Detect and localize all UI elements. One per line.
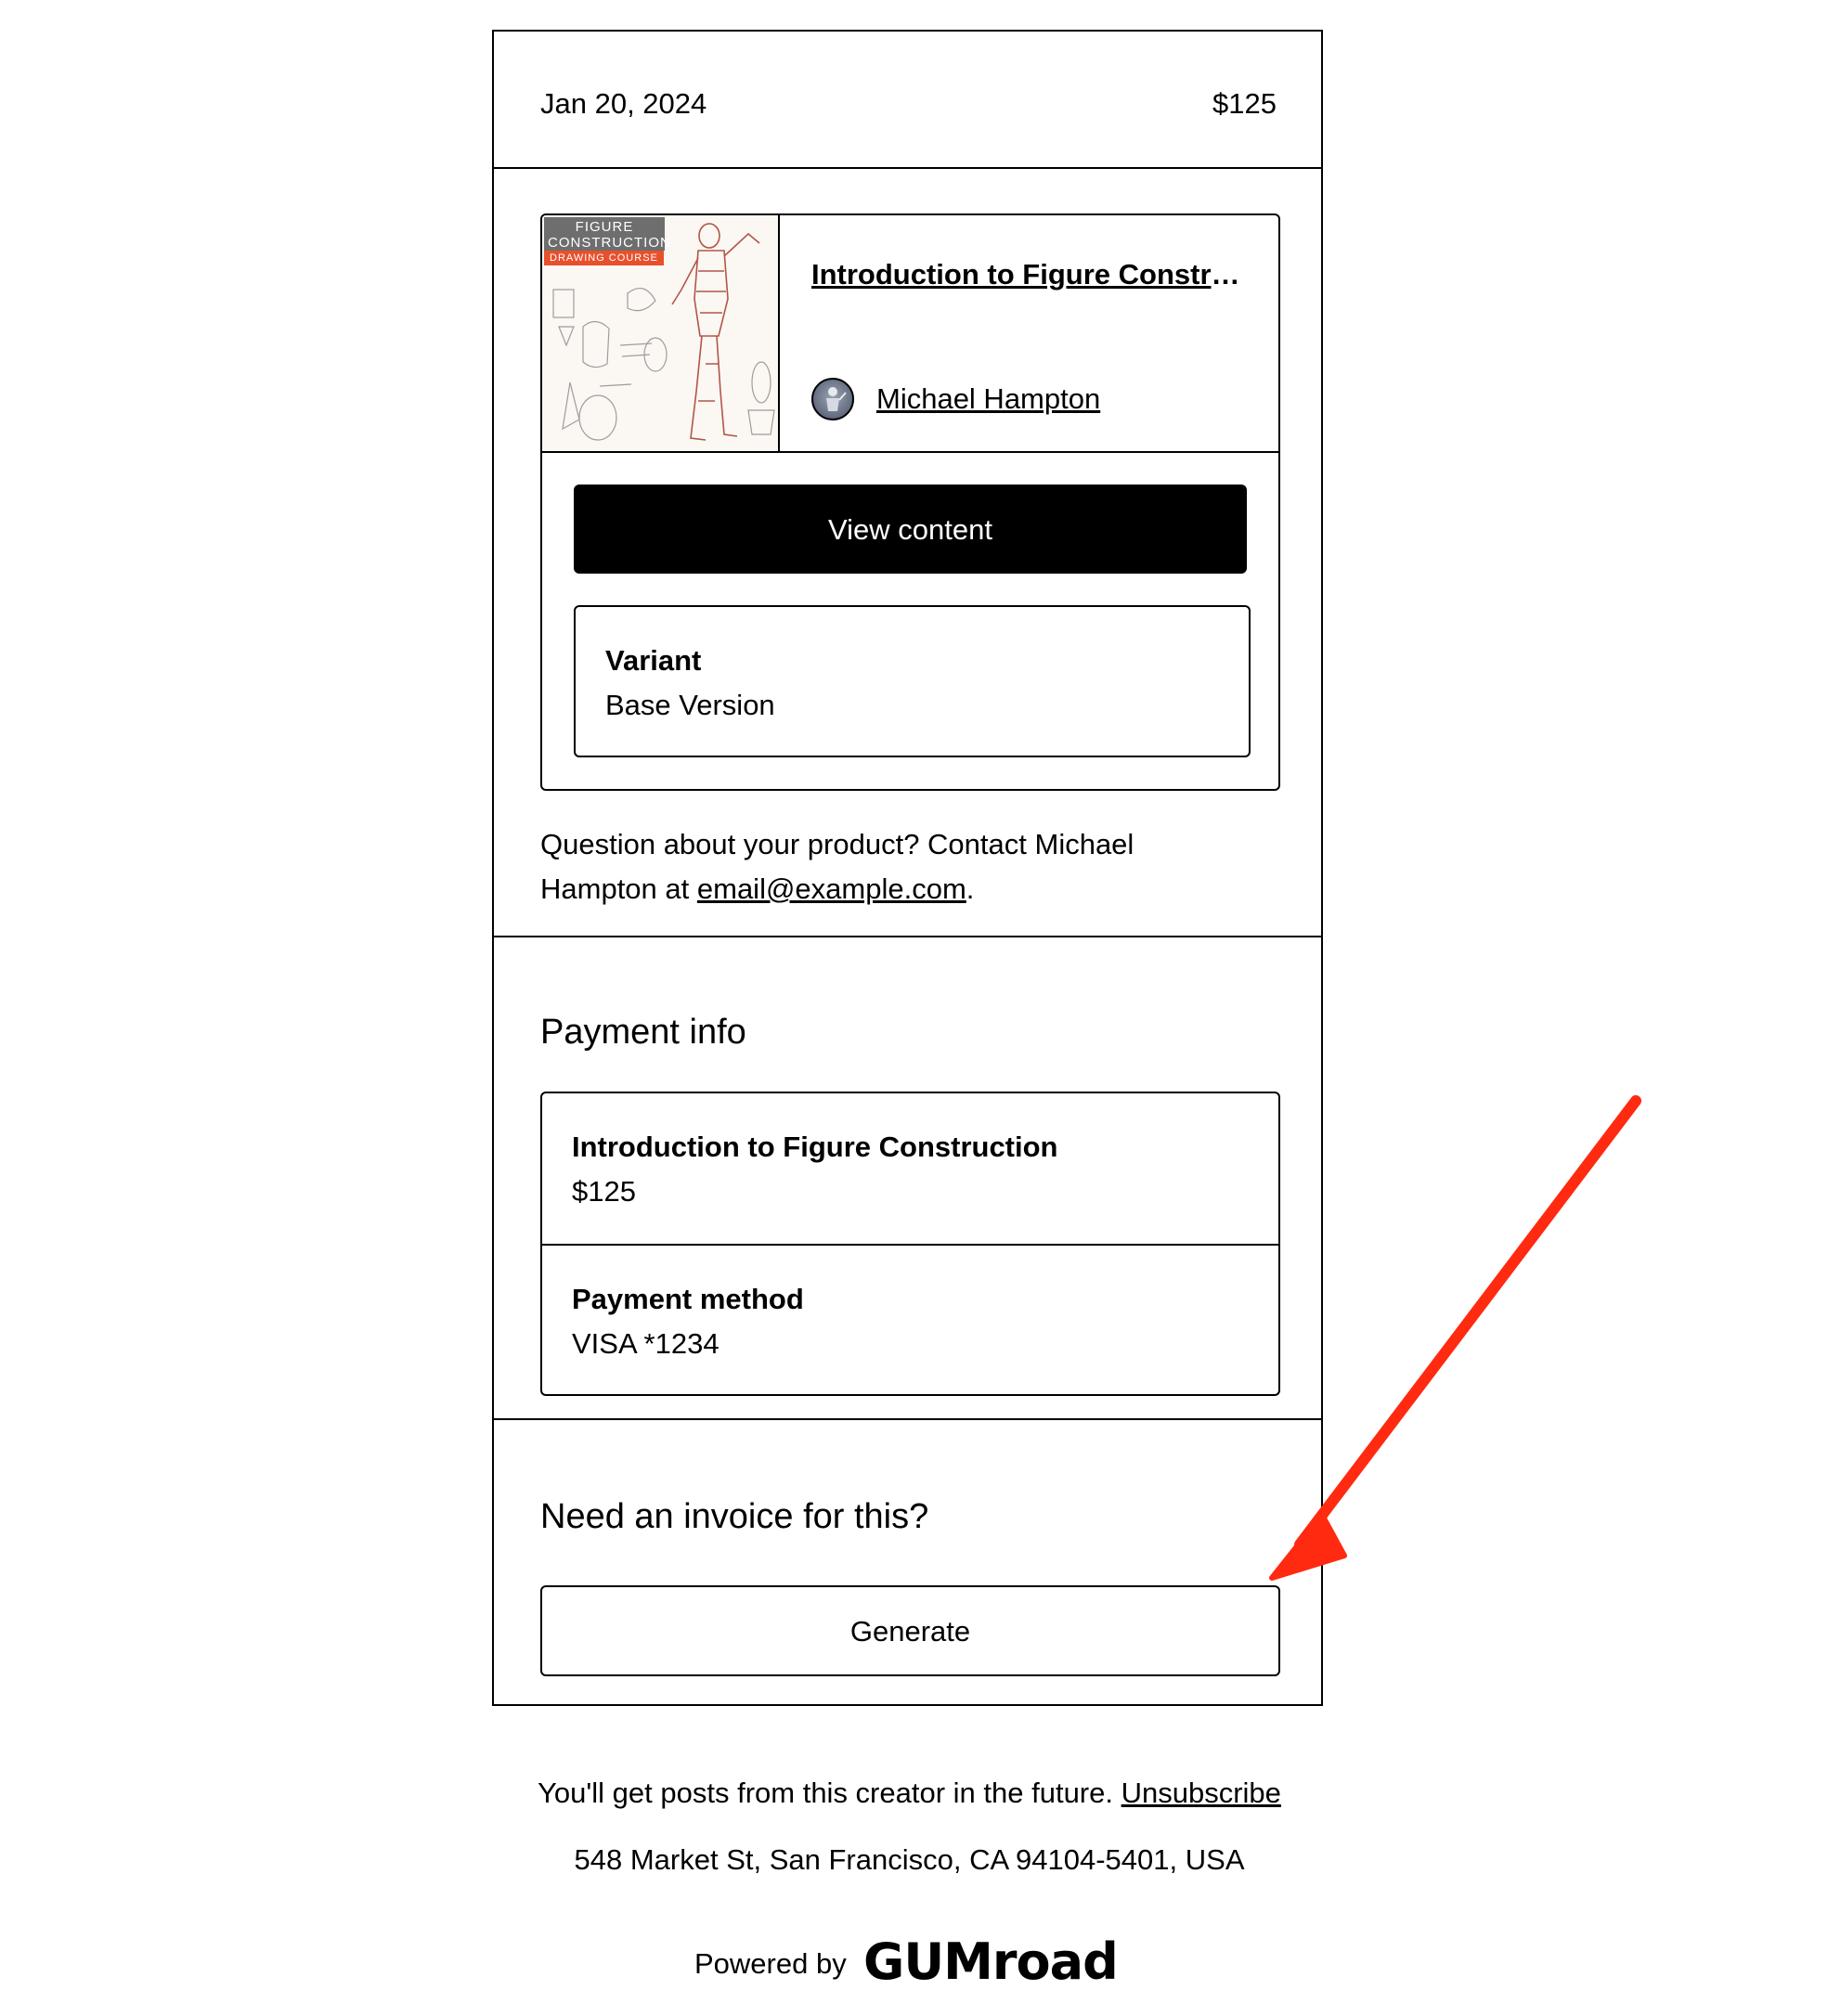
variant-box: Variant Base Version (574, 605, 1251, 757)
unsubscribe-link[interactable]: Unsubscribe (1121, 1777, 1281, 1809)
footer-address: 548 Market St, San Francisco, CA 94104-5… (574, 1843, 1245, 1876)
view-content-button[interactable]: View content (574, 485, 1247, 574)
variant-value: Base Version (605, 689, 775, 721)
product-thumbnail[interactable]: FIGURE CONSTRUCTION DRAWING COURSE (542, 215, 780, 453)
contact-suffix: . (966, 872, 975, 905)
purchase-date: Jan 20, 2024 (540, 87, 707, 120)
section-divider (494, 1418, 1321, 1420)
thumbnail-badge-sub: DRAWING COURSE (544, 251, 664, 265)
badge-line-2: CONSTRUCTION (548, 235, 671, 251)
creator-name-link[interactable]: Michael Hampton (876, 381, 1100, 418)
product-title-link[interactable]: Introduction to Figure Construction (811, 256, 1257, 293)
footer-subscribe-notice: You'll get posts from this creator in th… (0, 1775, 1828, 1812)
invoice-heading: Need an invoice for this? (540, 1497, 929, 1536)
payment-method-label: Payment method (572, 1283, 804, 1315)
creator-avatar[interactable] (811, 378, 854, 420)
section-divider (494, 936, 1321, 937)
subscribe-text: You'll get posts from this creator in th… (538, 1777, 1121, 1809)
payment-info-heading: Payment info (540, 1013, 746, 1052)
payment-row-divider (542, 1244, 1278, 1246)
payment-item-name: Introduction to Figure Construction (572, 1131, 1058, 1163)
contact-question: Question about your product? Contact Mic… (540, 822, 1246, 911)
product-card-divider (542, 451, 1278, 453)
receipt-card: Jan 20, 2024 $125 FIGURE CONSTRUCTION DR… (492, 30, 1323, 1706)
avatar-figure-icon (826, 387, 847, 411)
contact-email-link[interactable]: email@example.com (697, 872, 966, 905)
badge-line-1: FIGURE (575, 219, 634, 235)
payment-info-box: Introduction to Figure Construction $125… (540, 1092, 1280, 1396)
powered-by-text: Powered by (694, 1947, 847, 1980)
purchase-price: $125 (1212, 87, 1277, 120)
product-card: FIGURE CONSTRUCTION DRAWING COURSE Intro… (540, 213, 1280, 791)
section-divider (494, 167, 1321, 169)
payment-method-value: VISA *1234 (572, 1327, 720, 1360)
payment-item-price: $125 (572, 1175, 636, 1208)
variant-label: Variant (605, 644, 702, 677)
generate-invoice-button[interactable]: Generate (540, 1585, 1280, 1676)
thumbnail-badge: FIGURE CONSTRUCTION (544, 217, 671, 251)
gumroad-logo[interactable]: GUMroad (863, 1934, 1119, 1990)
